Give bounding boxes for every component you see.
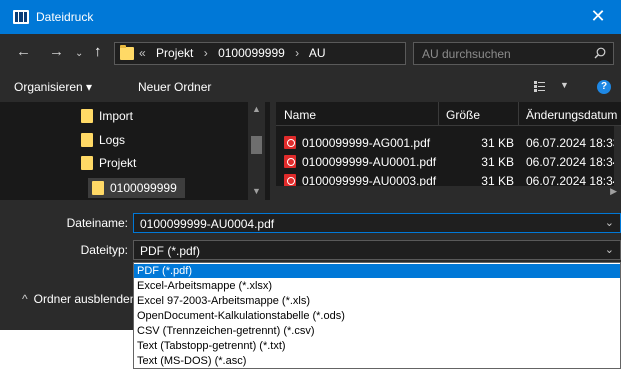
file-date: 06.07.2024 18:34 xyxy=(526,155,620,169)
window-title: Dateidruck xyxy=(36,10,94,24)
navigation-scrollbar[interactable]: ▲ ▼ xyxy=(248,102,265,200)
breadcrumb-0100099999[interactable]: 0100099999 xyxy=(218,46,285,60)
pdf-file-icon xyxy=(284,155,296,168)
breadcrumb: « Projekt › 0100099999 › AU xyxy=(139,46,333,60)
file-size: 31 KB xyxy=(481,136,514,150)
view-dropdown-icon[interactable]: ▼ xyxy=(560,80,569,90)
tree-item-label: Logs xyxy=(99,133,126,147)
chevron-down-icon[interactable]: ⌄ xyxy=(605,243,614,256)
scroll-down-icon[interactable]: ▼ xyxy=(252,186,261,196)
column-header-name[interactable]: Name xyxy=(284,108,316,122)
new-folder-button[interactable]: Neuer Ordner xyxy=(138,80,211,94)
tree-item-0100099999[interactable]: 0100099999 xyxy=(88,178,185,198)
navigation-pane: Import Logs Projekt 0100099999 ▲ ▼ xyxy=(0,102,270,200)
folder-icon xyxy=(81,133,93,147)
file-size: 31 KB xyxy=(481,155,514,169)
folder-icon xyxy=(92,181,104,195)
view-options-icon[interactable] xyxy=(534,81,545,92)
chevron-up-icon: ^ xyxy=(22,292,28,306)
back-arrow-icon[interactable]: ← xyxy=(16,43,31,61)
file-list-vertical-scrollbar[interactable] xyxy=(614,126,621,186)
file-row[interactable]: 0100099999-AG001.pdf 31 KB 06.07.2024 18… xyxy=(276,134,621,151)
close-button[interactable]: ✕ xyxy=(575,0,621,34)
chevron-down-icon[interactable]: ⌄ xyxy=(605,216,614,229)
tree-item-import[interactable]: Import xyxy=(81,107,139,125)
scroll-right-icon[interactable]: ▶ xyxy=(610,186,617,197)
recent-locations-icon[interactable]: ⌄ xyxy=(75,45,83,63)
file-name: 0100099999-AG001.pdf xyxy=(302,136,431,150)
folder-icon xyxy=(120,45,134,60)
breadcrumb-separator[interactable]: › xyxy=(204,46,208,60)
column-header-row: Name Größe Änderungsdatum xyxy=(276,102,621,126)
address-bar[interactable]: « Projekt › 0100099999 › AU ⌄ ↻ xyxy=(114,42,497,65)
title-bar[interactable]: Dateidruck ✕ xyxy=(0,0,621,34)
filetype-option[interactable]: CSV (Trennzeichen-getrennt) (*.csv) xyxy=(134,324,620,338)
scrollbar-thumb[interactable] xyxy=(251,136,262,154)
file-list: Name Größe Änderungsdatum 0100099999-AG0… xyxy=(276,102,621,200)
filetype-option[interactable]: Text (MS-DOS) (*.asc) xyxy=(134,354,620,368)
search-input[interactable]: AU durchsuchen xyxy=(413,42,614,65)
tree-item-label: 0100099999 xyxy=(110,181,177,195)
pdf-file-icon xyxy=(284,136,296,149)
column-header-size[interactable]: Größe xyxy=(446,108,480,122)
search-icon[interactable] xyxy=(594,47,606,59)
filetype-select[interactable]: PDF (*.pdf) ⌄ xyxy=(133,240,621,260)
file-row[interactable]: 0100099999-AU0001.pdf 31 KB 06.07.2024 1… xyxy=(276,153,621,170)
filetype-value: PDF (*.pdf) xyxy=(140,244,201,258)
filetype-label: Dateityp: xyxy=(80,243,128,257)
folder-icon xyxy=(81,109,93,123)
column-divider[interactable] xyxy=(438,102,439,126)
up-arrow-icon[interactable]: ↑ xyxy=(94,43,102,61)
tree-item-projekt[interactable]: Projekt xyxy=(81,154,142,172)
filetype-option[interactable]: PDF (*.pdf) xyxy=(134,264,620,278)
folder-icon xyxy=(81,156,93,170)
tree-item-label: Projekt xyxy=(99,156,137,170)
filetype-option[interactable]: OpenDocument-Kalkulationstabelle (*.ods) xyxy=(134,309,620,323)
file-list-horizontal-scrollbar[interactable]: ▶ xyxy=(276,186,621,200)
organize-button[interactable]: Organisieren ▾ xyxy=(14,80,92,94)
tree-item-label: Import xyxy=(99,109,134,123)
breadcrumb-au[interactable]: AU xyxy=(309,46,326,60)
column-header-modified[interactable]: Änderungsdatum xyxy=(526,108,617,122)
forward-arrow-icon[interactable]: → xyxy=(49,43,64,61)
column-divider[interactable] xyxy=(518,102,519,126)
filename-value: 0100099999-AU0004.pdf xyxy=(140,217,275,231)
breadcrumb-separator[interactable]: › xyxy=(295,46,299,60)
filetype-option[interactable]: Excel-Arbeitsmappe (*.xlsx) xyxy=(134,279,620,293)
hide-folders-label: Ordner ausblenden xyxy=(33,292,137,306)
help-icon[interactable]: ? xyxy=(597,80,611,94)
search-placeholder: AU durchsuchen xyxy=(422,47,511,61)
file-name: 0100099999-AU0001.pdf xyxy=(302,155,437,169)
tree-item-logs[interactable]: Logs xyxy=(81,131,131,149)
filetype-option[interactable]: Excel 97-2003-Arbeitsmappe (*.xls) xyxy=(134,294,620,308)
filename-field[interactable]: 0100099999-AU0004.pdf ⌄ xyxy=(133,213,621,233)
breadcrumb-overflow[interactable]: « xyxy=(139,46,146,60)
navigation-bar: ← → ⌄ ↑ « Projekt › 0100099999 › AU ⌄ ↻ … xyxy=(0,34,621,72)
command-bar: Organisieren ▾ Neuer Ordner ▼ ? xyxy=(0,72,621,102)
filename-label: Dateiname: xyxy=(66,216,128,230)
filetype-dropdown-list: PDF (*.pdf) Excel-Arbeitsmappe (*.xlsx) … xyxy=(133,262,621,369)
file-date: 06.07.2024 18:33 xyxy=(526,136,620,150)
filetype-option[interactable]: Text (Tabstopp-getrennt) (*.txt) xyxy=(134,339,620,353)
app-icon xyxy=(13,10,29,24)
scroll-up-icon[interactable]: ▲ xyxy=(252,104,261,114)
breadcrumb-projekt[interactable]: Projekt xyxy=(156,46,193,60)
hide-folders-toggle[interactable]: ^ Ordner ausblenden xyxy=(22,292,136,306)
